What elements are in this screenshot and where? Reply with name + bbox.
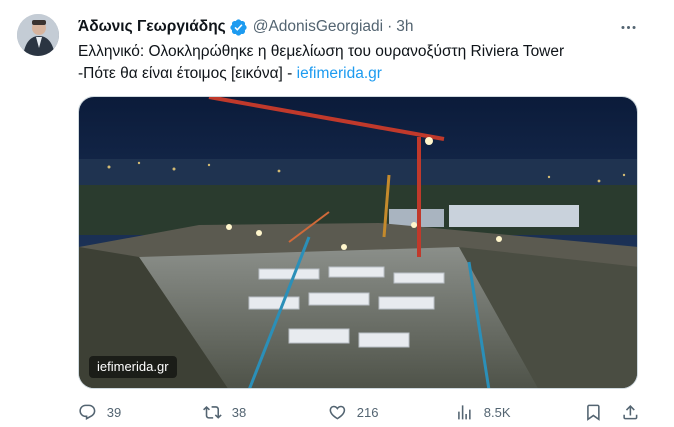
tweet-text-line-2: -Πότε θα είναι έτοιμος [εικόνα] - iefime… [78, 63, 638, 85]
tweet-text-line-1: Ελληνικό: Ολοκληρώθηκε η θεμελίωση του ο… [78, 43, 565, 60]
timestamp[interactable]: 3h [396, 18, 413, 36]
media-source-label: iefimerida.gr [89, 356, 177, 378]
share-button[interactable] [621, 400, 640, 424]
author-name[interactable]: Άδωνις Γεωργιάδης [78, 18, 226, 36]
tweet-text: Ελληνικό: Ολοκληρώθηκε η θεμελίωση του ο… [78, 41, 638, 85]
like-button[interactable]: 216 [328, 400, 378, 424]
reply-icon [79, 404, 96, 420]
heart-icon [329, 405, 346, 420]
tweet-card[interactable]: Άδωνις Γεωργιάδης @AdonisGeorgiadi · 3h … [0, 0, 674, 427]
avatar-photo [17, 14, 59, 56]
views-button[interactable]: 8.5K [455, 400, 511, 424]
reply-button[interactable]: 39 [78, 400, 121, 424]
more-horizontal-icon[interactable] [617, 16, 639, 38]
tweet-header: Άδωνις Γεωργιάδης @AdonisGeorgiadi · 3h [78, 16, 414, 38]
tweet-text-body: -Πότε θα είναι έτοιμος [εικόνα] - [78, 65, 297, 82]
verified-badge-icon [229, 18, 248, 37]
bookmark-icon [587, 404, 600, 421]
reply-count: 39 [106, 404, 122, 420]
views-bar-chart-icon [458, 404, 471, 420]
avatar[interactable] [17, 14, 59, 56]
construction-site-photo [79, 97, 637, 388]
tweet-actions-bar: 39 38 216 8.5K [72, 400, 642, 424]
like-count: 216 [356, 404, 379, 420]
separator-dot: · [387, 18, 393, 35]
tweet-link[interactable]: iefimerida.gr [297, 65, 382, 82]
share-icon [623, 404, 638, 420]
retweet-count: 38 [231, 404, 247, 420]
tweet-media-image[interactable]: iefimerida.gr [78, 96, 638, 389]
views-count: 8.5K [483, 404, 511, 420]
retweet-icon [203, 405, 222, 419]
bookmark-button[interactable] [584, 400, 603, 424]
retweet-button[interactable]: 38 [203, 400, 246, 424]
author-handle[interactable]: @AdonisGeorgiadi [253, 18, 383, 36]
